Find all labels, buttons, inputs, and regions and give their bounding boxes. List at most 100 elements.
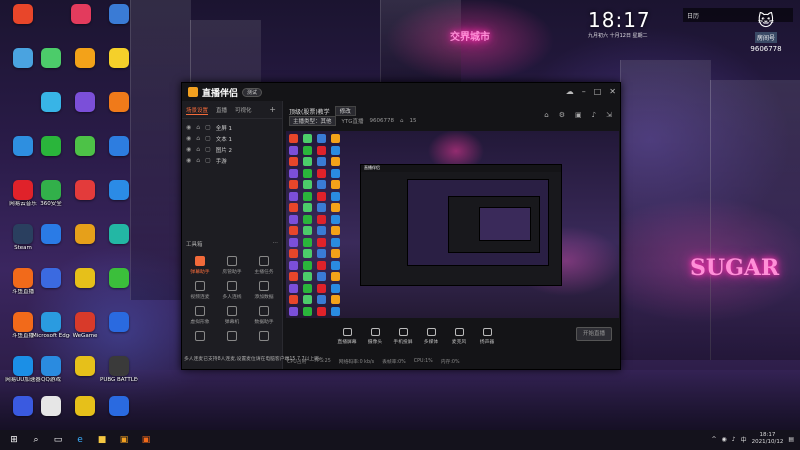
lock-icon[interactable]: ⌂ — [544, 111, 548, 119]
desktop-icon[interactable] — [100, 92, 138, 113]
source-button[interactable]: 扬声器 — [473, 327, 501, 345]
preview-nested-window: 直播伴侣 — [360, 164, 562, 286]
notification-icon[interactable]: ▤ — [788, 436, 794, 443]
taskbar-clock[interactable]: 18:17 2021/10/12 — [752, 432, 784, 446]
preview-desktop-icon — [289, 295, 298, 304]
desktop-icon[interactable] — [100, 136, 138, 157]
tray-up-icon[interactable]: ^ — [711, 436, 716, 443]
desktop-icon[interactable] — [66, 136, 104, 157]
toolbox-item[interactable]: 弹幕机 — [216, 306, 248, 325]
start-live-button[interactable]: 开始直播 — [576, 327, 612, 341]
more-icon[interactable]: ⋯ — [273, 240, 279, 248]
task-view-icon[interactable]: ▭ — [50, 433, 66, 447]
tool-icon — [259, 256, 269, 266]
scene-item[interactable]: ◉ ⌂ ▢ 手游 — [182, 155, 282, 166]
bell-icon[interactable]: ♪ — [592, 111, 596, 119]
explorer-icon[interactable]: ■ — [94, 433, 110, 447]
sidebar-tab[interactable]: 场景设置 — [186, 106, 209, 115]
search-icon[interactable]: ⌕ — [28, 433, 44, 447]
desktop-icon[interactable] — [62, 4, 100, 25]
desktop-icon[interactable]: QQ游戏 — [32, 356, 70, 383]
desktop-icon[interactable] — [32, 396, 70, 417]
desktop-icon[interactable] — [100, 48, 138, 69]
close-icon[interactable]: ✕ — [609, 87, 616, 96]
visibility-icon[interactable]: ◉ — [186, 135, 191, 142]
link-icon[interactable]: ⇲ — [606, 111, 612, 119]
desktop-icon[interactable] — [100, 180, 138, 201]
desktop-icon[interactable] — [32, 92, 70, 113]
desktop-icon[interactable] — [100, 396, 138, 417]
desktop-icon[interactable] — [100, 224, 138, 245]
desktop-icon[interactable] — [66, 224, 104, 245]
desktop-icon[interactable]: 360安全 — [32, 180, 70, 207]
scene-list: ◉ ⌂ ▢ 全屏 1 ◉ ⌂ ▢ 文本 1 ◉ ⌂ ▢ 图片 2 ◉ ⌂ ▢ 手游 — [182, 119, 282, 166]
desktop-icon[interactable] — [100, 4, 138, 25]
preview-desktop-icon — [317, 145, 326, 155]
desktop-icon[interactable] — [32, 224, 70, 245]
toolbox-item[interactable]: 数据助手 — [248, 306, 280, 325]
start-icon[interactable]: ⊞ — [6, 433, 22, 447]
desktop-icon[interactable] — [32, 268, 70, 289]
scene-item[interactable]: ◉ ⌂ ▢ 文本 1 — [182, 133, 282, 144]
toolbox-item[interactable] — [216, 331, 248, 343]
lock-icon[interactable]: ⌂ — [196, 135, 200, 142]
clock-widget: 18:17 九月初六 十月12日 星期二 — [588, 8, 678, 48]
toolbox-item[interactable]: 视频连麦 — [184, 281, 216, 300]
version-badge[interactable]: 测试 — [242, 87, 263, 97]
edit-title-button[interactable]: 修改 — [334, 106, 356, 116]
desktop-icon[interactable] — [66, 92, 104, 113]
stream-preview[interactable]: 直播伴侣 — [286, 131, 619, 318]
desktop-icon[interactable] — [66, 396, 104, 417]
desktop-icon[interactable] — [100, 312, 138, 333]
lock-icon[interactable]: ⌂ — [196, 157, 200, 164]
desktop-icon[interactable] — [100, 268, 138, 289]
sidebar-tab[interactable]: 可视化 — [235, 106, 252, 115]
source-button[interactable]: 摄像头 — [361, 327, 389, 345]
add-scene-icon[interactable]: + — [269, 105, 276, 114]
volume-icon[interactable]: ♪ — [732, 436, 736, 443]
skin-icon[interactable]: ☁ — [566, 87, 574, 96]
bag-icon[interactable]: ▣ — [575, 111, 582, 119]
lock-icon[interactable]: ⌂ — [196, 146, 200, 153]
ime-icon[interactable]: 中 — [741, 435, 747, 444]
network-icon[interactable]: ◉ — [722, 436, 727, 443]
category-tag[interactable]: 主播类型：其他 — [289, 116, 336, 126]
desktop-icon[interactable]: WeGame — [66, 312, 104, 339]
edge-icon[interactable]: e — [72, 433, 88, 447]
desktop-icon[interactable]: Microsoft Edge — [32, 312, 70, 339]
sidebar-tab[interactable]: 直播 — [216, 106, 227, 115]
source-button[interactable]: 手机投屏 — [389, 327, 417, 345]
desktop-icon[interactable] — [66, 356, 104, 377]
title-bar[interactable]: 直播伴侣 测试 ☁ – □ ✕ — [182, 83, 620, 101]
source-button[interactable]: 麦克风 — [445, 327, 473, 345]
maximize-icon[interactable]: □ — [594, 87, 602, 96]
minimize-icon[interactable]: – — [582, 87, 586, 96]
source-button[interactable]: 多媒体 — [417, 327, 445, 345]
toolbox-item[interactable]: 弹幕助手 — [184, 256, 216, 275]
toolbox-item[interactable]: 虚拟形象 — [184, 306, 216, 325]
scene-item[interactable]: ◉ ⌂ ▢ 全屏 1 — [182, 122, 282, 133]
visibility-icon[interactable]: ◉ — [186, 157, 191, 164]
visibility-icon[interactable]: ◉ — [186, 124, 191, 131]
toolbox-item[interactable] — [248, 331, 280, 343]
toolbox-item[interactable]: 主播任务 — [248, 256, 280, 275]
desktop-icon[interactable] — [4, 4, 42, 25]
desktop-icon[interactable] — [66, 268, 104, 289]
toolbox-item[interactable]: 添加数据 — [248, 281, 280, 300]
toolbox-item[interactable] — [184, 331, 216, 343]
desktop-icon[interactable] — [66, 180, 104, 201]
app-taskbar-icon[interactable]: ▣ — [116, 433, 132, 447]
scene-item[interactable]: ◉ ⌂ ▢ 图片 2 — [182, 144, 282, 155]
settings-icon[interactable]: ⚙ — [559, 111, 565, 119]
desktop-icon[interactable]: PUBG BATTLEG… — [100, 356, 138, 383]
toolbox-item[interactable]: 多人连线 — [216, 281, 248, 300]
visibility-icon[interactable]: ◉ — [186, 146, 191, 153]
desktop-icon[interactable] — [66, 48, 104, 69]
lock-icon[interactable]: ⌂ — [196, 124, 200, 131]
desktop-icon[interactable] — [32, 48, 70, 69]
desktop-icon[interactable] — [32, 136, 70, 157]
douyu-taskbar-icon[interactable]: ▣ — [138, 433, 154, 447]
preview-desktop-icon — [303, 260, 312, 270]
source-button[interactable]: 直播屏幕 — [333, 327, 361, 345]
toolbox-item[interactable]: 房管助手 — [216, 256, 248, 275]
